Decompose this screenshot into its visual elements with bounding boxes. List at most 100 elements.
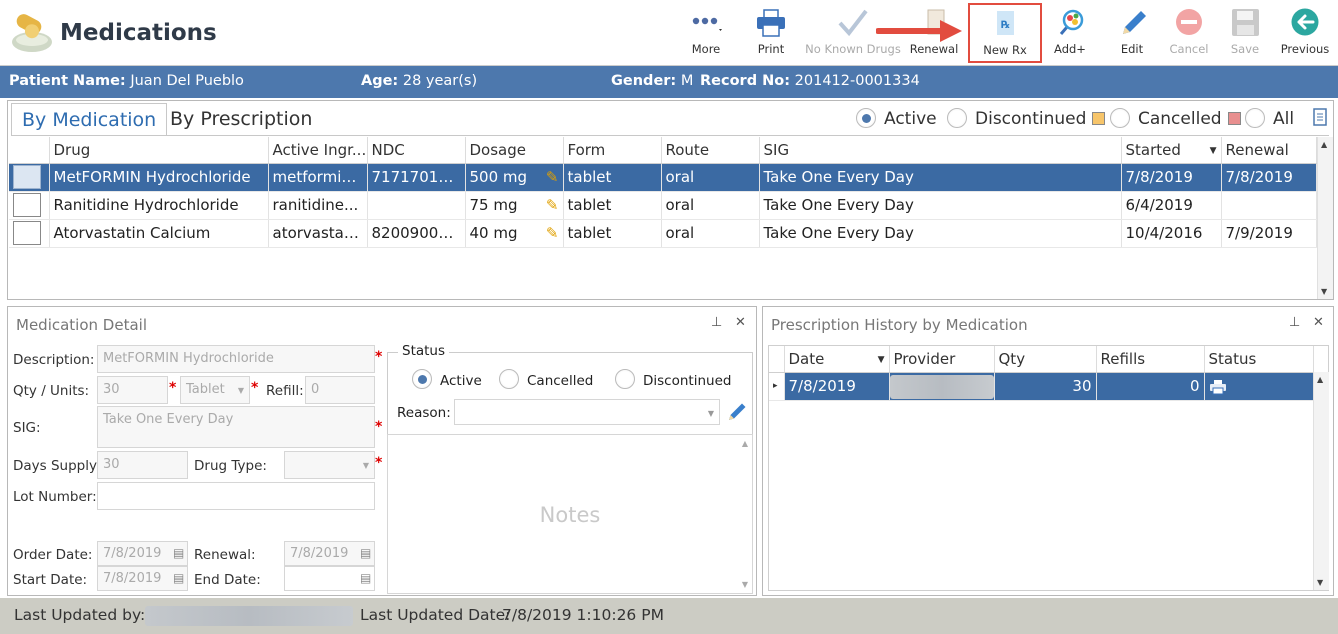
reason-select[interactable]: ▼ (454, 399, 720, 425)
patient-age: Age: 28 year(s) (361, 73, 477, 89)
save-button[interactable]: Save (1222, 4, 1268, 62)
required-marker: * (251, 380, 259, 396)
table-row[interactable]: ▸ 7/8/2019 30 0 (769, 372, 1314, 401)
row-selector[interactable] (9, 219, 50, 248)
patient-gender: Gender: M (611, 73, 693, 89)
edit-dosage-icon[interactable]: ✎ (546, 196, 559, 214)
row-select-box[interactable] (13, 221, 41, 245)
order-date-label: Order Date: (13, 547, 93, 563)
days-supply-field[interactable]: 30 (97, 451, 188, 479)
cell-route: oral (661, 163, 760, 192)
new-rx-button[interactable]: ℞ New Rx (968, 3, 1042, 63)
row-selector[interactable] (9, 191, 50, 220)
add-plus-button[interactable]: Add+ (1048, 4, 1092, 62)
filter-cancelled-radio[interactable] (1110, 108, 1130, 128)
cancel-button[interactable]: Cancel (1166, 4, 1212, 62)
notes-placeholder: Notes (539, 503, 601, 527)
cell-started: 10/4/2016 (1121, 219, 1222, 248)
filter-cancelled[interactable]: Cancelled (1110, 108, 1241, 129)
qty-field[interactable]: 30 (97, 376, 168, 404)
notes-textarea[interactable]: Notes ▲ ▼ (387, 434, 753, 594)
col-started[interactable]: Started ▼ (1121, 137, 1222, 164)
history-table-scrollbar[interactable]: ▲ ▼ (1313, 372, 1329, 590)
table-row[interactable]: Atorvastatin Calcium atorvastati... 8200… (9, 219, 1317, 248)
close-icon[interactable]: ✕ (735, 315, 746, 330)
col-status[interactable]: Status (1204, 346, 1314, 373)
prescription-history-title: Prescription History by Medication (771, 316, 1028, 334)
col-sig[interactable]: SIG (759, 137, 1122, 164)
row-selector[interactable] (9, 163, 50, 192)
col-refills[interactable]: Refills (1096, 346, 1205, 373)
edit-reason-icon[interactable] (726, 401, 748, 423)
tab-by-medication[interactable]: By Medication (11, 103, 168, 135)
filter-all-radio[interactable] (1245, 108, 1265, 128)
description-field[interactable]: MetFORMIN Hydrochloride (97, 345, 375, 373)
calendar-icon[interactable]: ▤ (173, 546, 184, 560)
lot-number-label: Lot Number: (13, 489, 97, 505)
status-active-option[interactable]: Active (412, 369, 482, 389)
more-button[interactable]: More (683, 4, 729, 62)
last-updated-date-value: 7/8/2019 1:10:26 PM (502, 606, 664, 624)
col-renewal[interactable]: Renewal (1221, 137, 1317, 164)
cell-ndc: 71717010... (367, 163, 466, 192)
status-discontinued-option[interactable]: Discontinued (615, 369, 731, 389)
drug-type-label: Drug Type: (194, 458, 267, 474)
export-document-icon[interactable] (1312, 108, 1330, 128)
table-row[interactable]: Ranitidine Hydrochloride ranitidine... 7… (9, 191, 1317, 220)
col-provider[interactable]: Provider (889, 346, 995, 373)
scroll-down-icon[interactable]: ▼ (742, 580, 748, 589)
lot-number-field[interactable] (97, 482, 375, 510)
filter-discontinued-radio[interactable] (947, 108, 967, 128)
scroll-down-icon[interactable]: ▼ (1317, 578, 1323, 587)
no-known-drugs-label: No Known Drugs (805, 42, 901, 56)
refill-field[interactable]: 0 (305, 376, 375, 404)
edit-dosage-icon[interactable]: ✎ (546, 224, 559, 242)
svg-text:℞: ℞ (1001, 20, 1010, 31)
tab-by-prescription[interactable]: By Prescription (160, 103, 322, 135)
close-icon[interactable]: ✕ (1313, 315, 1324, 330)
row-select-box[interactable] (13, 165, 41, 189)
sig-field[interactable]: Take One Every Day (97, 406, 375, 448)
scroll-down-icon[interactable]: ▼ (1321, 287, 1327, 296)
status-cancelled-option[interactable]: Cancelled (499, 369, 593, 389)
col-qty[interactable]: Qty (994, 346, 1097, 373)
calendar-icon[interactable]: ▤ (173, 571, 184, 585)
col-active-ingredient[interactable]: Active Ingr... (268, 137, 368, 164)
filter-active-radio[interactable] (856, 108, 876, 128)
filter-all[interactable]: All (1245, 108, 1294, 129)
scroll-up-icon[interactable]: ▲ (1317, 375, 1323, 384)
col-form[interactable]: Form (563, 137, 662, 164)
filter-discontinued[interactable]: Discontinued (947, 108, 1106, 129)
units-select[interactable]: Tablet ▼ (180, 376, 250, 404)
pin-icon[interactable]: ⊥ (1289, 315, 1300, 330)
cell-qty: 30 (994, 372, 1097, 401)
row-select-box[interactable] (13, 193, 41, 217)
edit-button[interactable]: Edit (1110, 4, 1154, 62)
col-drug[interactable]: Drug (49, 137, 269, 164)
status-cancelled-radio[interactable] (499, 369, 519, 389)
col-dosage[interactable]: Dosage (465, 137, 564, 164)
drug-type-select[interactable]: ▼ (284, 451, 375, 479)
scroll-up-icon[interactable]: ▲ (742, 439, 748, 448)
print-button[interactable]: Print (748, 4, 794, 62)
status-active-radio[interactable] (412, 369, 432, 389)
scroll-up-icon[interactable]: ▲ (1321, 140, 1327, 149)
col-ndc[interactable]: NDC (367, 137, 466, 164)
medication-table-scrollbar[interactable]: ▲ ▼ (1317, 137, 1333, 299)
table-row[interactable]: MetFORMIN Hydrochloride metformin... 717… (9, 163, 1317, 192)
chevron-down-icon: ▼ (362, 461, 369, 470)
previous-button[interactable]: Previous (1278, 4, 1332, 62)
printer-icon[interactable] (1209, 379, 1227, 395)
col-date[interactable]: Date ▼ (784, 346, 890, 373)
status-discontinued-radio[interactable] (615, 369, 635, 389)
calendar-icon[interactable]: ▤ (360, 546, 371, 560)
cell-started: 6/4/2019 (1121, 191, 1222, 220)
pin-icon[interactable]: ⊥ (711, 315, 722, 330)
status-group: Status Active Cancelled Discontinued Rea… (387, 343, 753, 436)
edit-dosage-icon[interactable]: ✎ (546, 168, 559, 186)
more-label: More (691, 42, 721, 56)
col-row-indicator (769, 346, 785, 373)
filter-active[interactable]: Active (856, 108, 937, 129)
col-route[interactable]: Route (661, 137, 760, 164)
calendar-icon[interactable]: ▤ (360, 571, 371, 585)
